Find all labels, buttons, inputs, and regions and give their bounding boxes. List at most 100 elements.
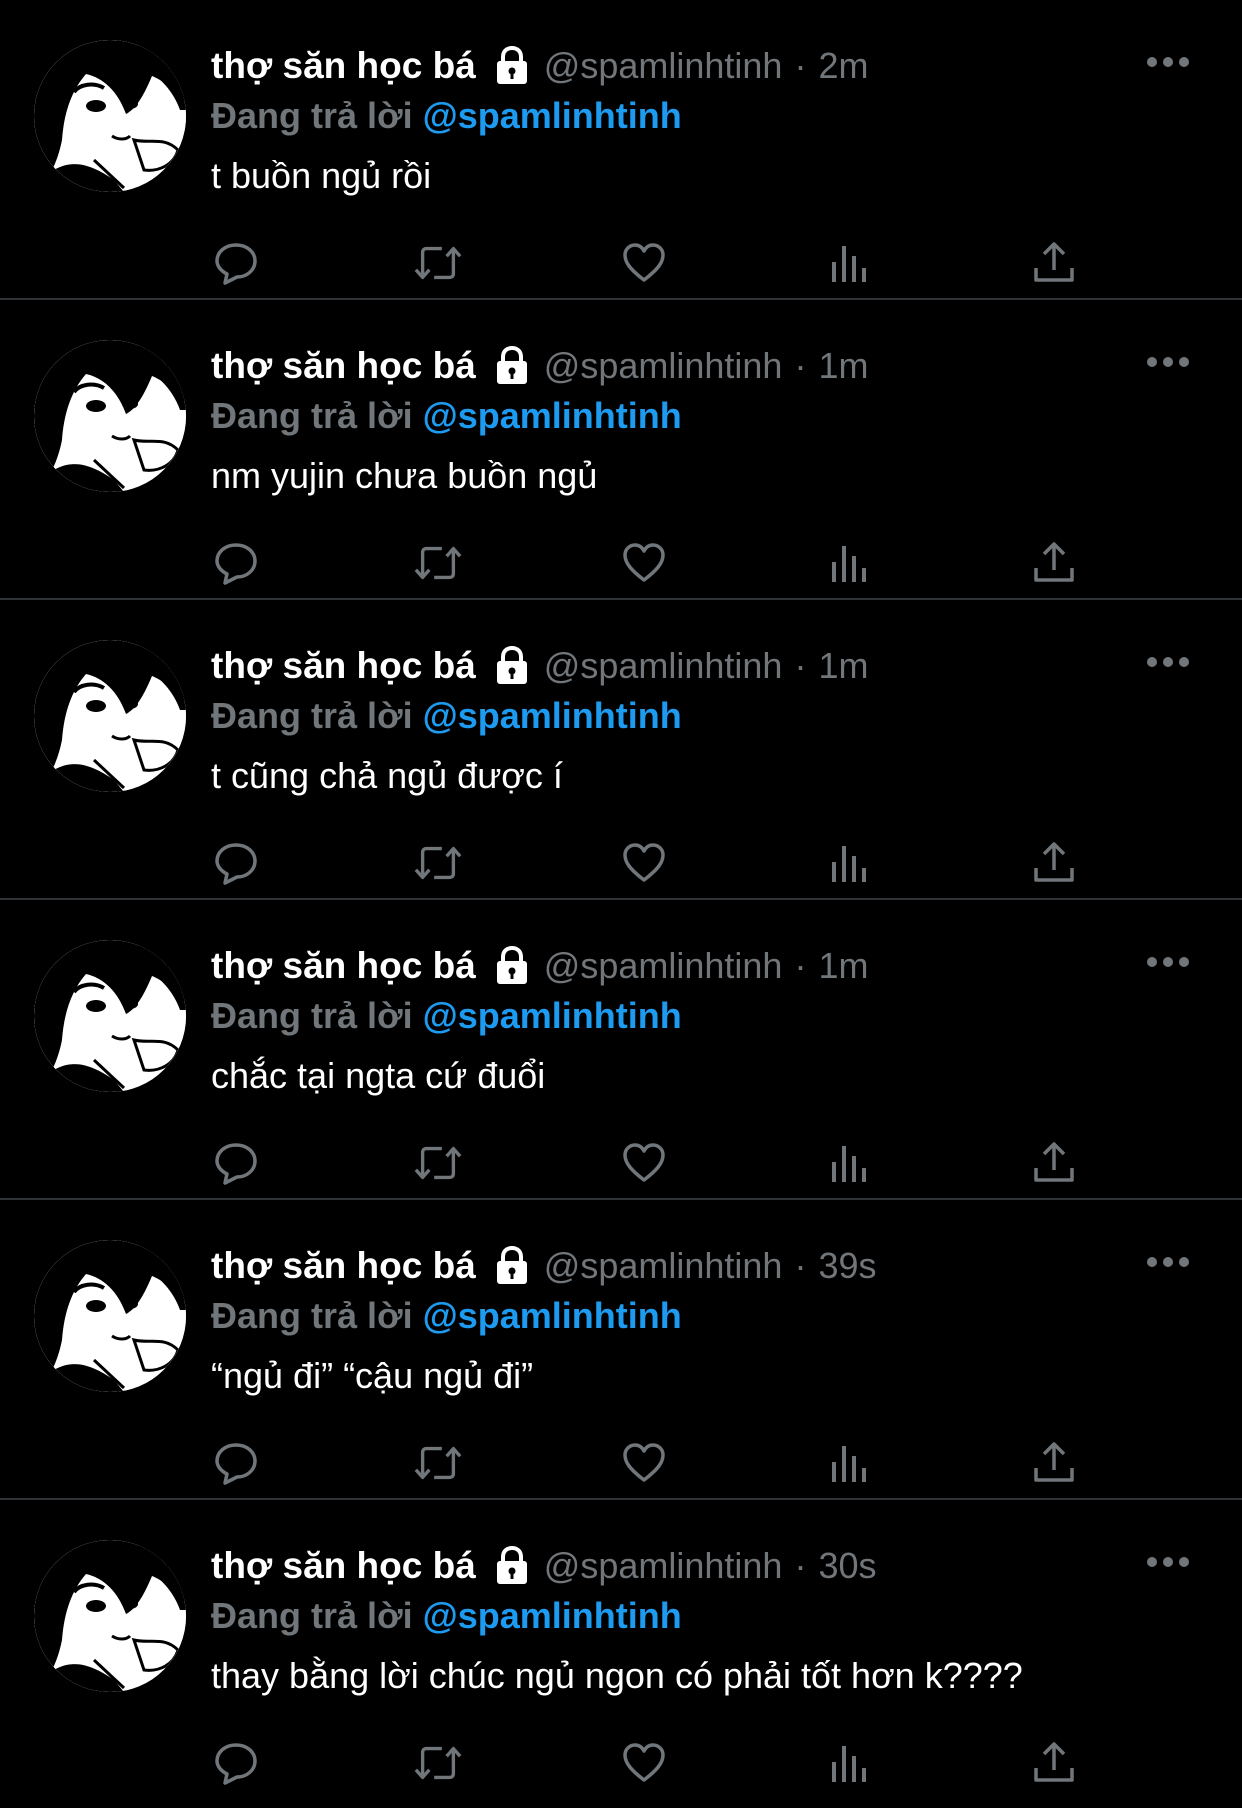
reply-target-link[interactable]: @spamlinhtinh [423,1295,682,1337]
tweet[interactable]: thợ săn học bá @spamlinhtinh · 1m Đang t… [0,300,1242,600]
reply-context: Đang trả lời @spamlinhtinh [211,692,1212,740]
share-button[interactable] [1029,1738,1079,1788]
tweet-header: thợ săn học bá @spamlinhtinh · 2m [211,40,1212,92]
like-icon [623,843,665,882]
share-button[interactable] [1029,1138,1079,1188]
timestamp[interactable]: 1m [818,645,868,687]
reply-prefix: Đang trả lời [211,95,413,136]
timeline-feed: thợ săn học bá @spamlinhtinh · 2m Đang t… [0,0,1242,1798]
reply-button[interactable] [211,838,261,888]
retweet-button[interactable] [413,538,463,588]
retweet-icon [414,1746,462,1780]
separator-dot: · [794,1545,807,1586]
like-button[interactable] [619,238,669,288]
reply-icon [215,1743,257,1785]
reply-icon [215,243,257,285]
display-name[interactable]: thợ săn học bá [211,645,476,687]
handle[interactable]: @spamlinhtinh [544,645,783,687]
share-button[interactable] [1029,838,1079,888]
retweet-button[interactable] [413,1738,463,1788]
like-button[interactable] [619,838,669,888]
lock-icon [494,645,530,686]
views-icon [832,1446,866,1482]
more-options-icon[interactable] [1144,1248,1192,1276]
retweet-icon [414,1446,462,1480]
tweet-text: chắc tại ngta cứ đuổi [211,1055,546,1096]
views-button[interactable] [824,238,874,288]
like-icon [623,243,665,282]
separator-dot: · [794,345,807,386]
more-options-icon[interactable] [1144,48,1192,76]
handle[interactable]: @spamlinhtinh [544,345,783,387]
timestamp[interactable]: 1m [818,345,868,387]
views-button[interactable] [824,538,874,588]
action-bar [211,238,1111,288]
share-button[interactable] [1029,1438,1079,1488]
handle[interactable]: @spamlinhtinh [544,45,783,87]
timestamp[interactable]: 39s [818,1245,876,1287]
views-icon [832,546,866,582]
views-icon [832,1746,866,1782]
retweet-button[interactable] [413,238,463,288]
display-name[interactable]: thợ săn học bá [211,1545,476,1587]
reply-button[interactable] [211,1438,261,1488]
share-icon [1034,1142,1074,1182]
timestamp[interactable]: 2m [818,45,868,87]
timestamp[interactable]: 1m [818,945,868,987]
avatar[interactable] [34,1540,186,1692]
retweet-button[interactable] [413,1438,463,1488]
avatar[interactable] [34,640,186,792]
tweet[interactable]: thợ săn học bá @spamlinhtinh · 30s Đang … [0,1500,1242,1798]
display-name[interactable]: thợ săn học bá [211,1245,476,1287]
views-button[interactable] [824,838,874,888]
like-button[interactable] [619,538,669,588]
reply-button[interactable] [211,1138,261,1188]
retweet-button[interactable] [413,1138,463,1188]
reply-target-link[interactable]: @spamlinhtinh [423,395,682,437]
reply-button[interactable] [211,538,261,588]
separator-dot: · [794,945,807,986]
reply-target-link[interactable]: @spamlinhtinh [423,1595,682,1637]
views-button[interactable] [824,1438,874,1488]
action-bar [211,838,1111,888]
views-button[interactable] [824,1738,874,1788]
reply-context: Đang trả lời @spamlinhtinh [211,92,1212,140]
display-name[interactable]: thợ săn học bá [211,345,476,387]
reply-button[interactable] [211,238,261,288]
share-button[interactable] [1029,238,1079,288]
more-options-icon[interactable] [1144,648,1192,676]
separator-dot: · [794,45,807,86]
reply-target-link[interactable]: @spamlinhtinh [423,995,682,1037]
tweet[interactable]: thợ săn học bá @spamlinhtinh · 39s Đang … [0,1200,1242,1500]
handle[interactable]: @spamlinhtinh [544,945,783,987]
avatar[interactable] [34,940,186,1092]
avatar[interactable] [34,1240,186,1392]
more-options-icon[interactable] [1144,948,1192,976]
avatar[interactable] [34,40,186,192]
more-options-icon[interactable] [1144,1548,1192,1576]
reply-target-link[interactable]: @spamlinhtinh [423,95,682,137]
like-icon [623,1443,665,1482]
like-button[interactable] [619,1438,669,1488]
views-button[interactable] [824,1138,874,1188]
avatar[interactable] [34,340,186,492]
share-button[interactable] [1029,538,1079,588]
display-name[interactable]: thợ săn học bá [211,45,476,87]
tweet[interactable]: thợ săn học bá @spamlinhtinh · 1m Đang t… [0,600,1242,900]
handle[interactable]: @spamlinhtinh [544,1545,783,1587]
timestamp[interactable]: 30s [818,1545,876,1587]
reply-button[interactable] [211,1738,261,1788]
retweet-button[interactable] [413,838,463,888]
share-icon [1034,542,1074,582]
more-options-icon[interactable] [1144,348,1192,376]
display-name[interactable]: thợ săn học bá [211,945,476,987]
tweet[interactable]: thợ săn học bá @spamlinhtinh · 2m Đang t… [0,0,1242,300]
reply-target-link[interactable]: @spamlinhtinh [423,695,682,737]
avatar-image [34,1540,186,1692]
like-icon [623,1743,665,1782]
tweet[interactable]: thợ săn học bá @spamlinhtinh · 1m Đang t… [0,900,1242,1200]
reply-prefix: Đang trả lời [211,1595,413,1636]
handle[interactable]: @spamlinhtinh [544,1245,783,1287]
like-button[interactable] [619,1138,669,1188]
like-button[interactable] [619,1738,669,1788]
